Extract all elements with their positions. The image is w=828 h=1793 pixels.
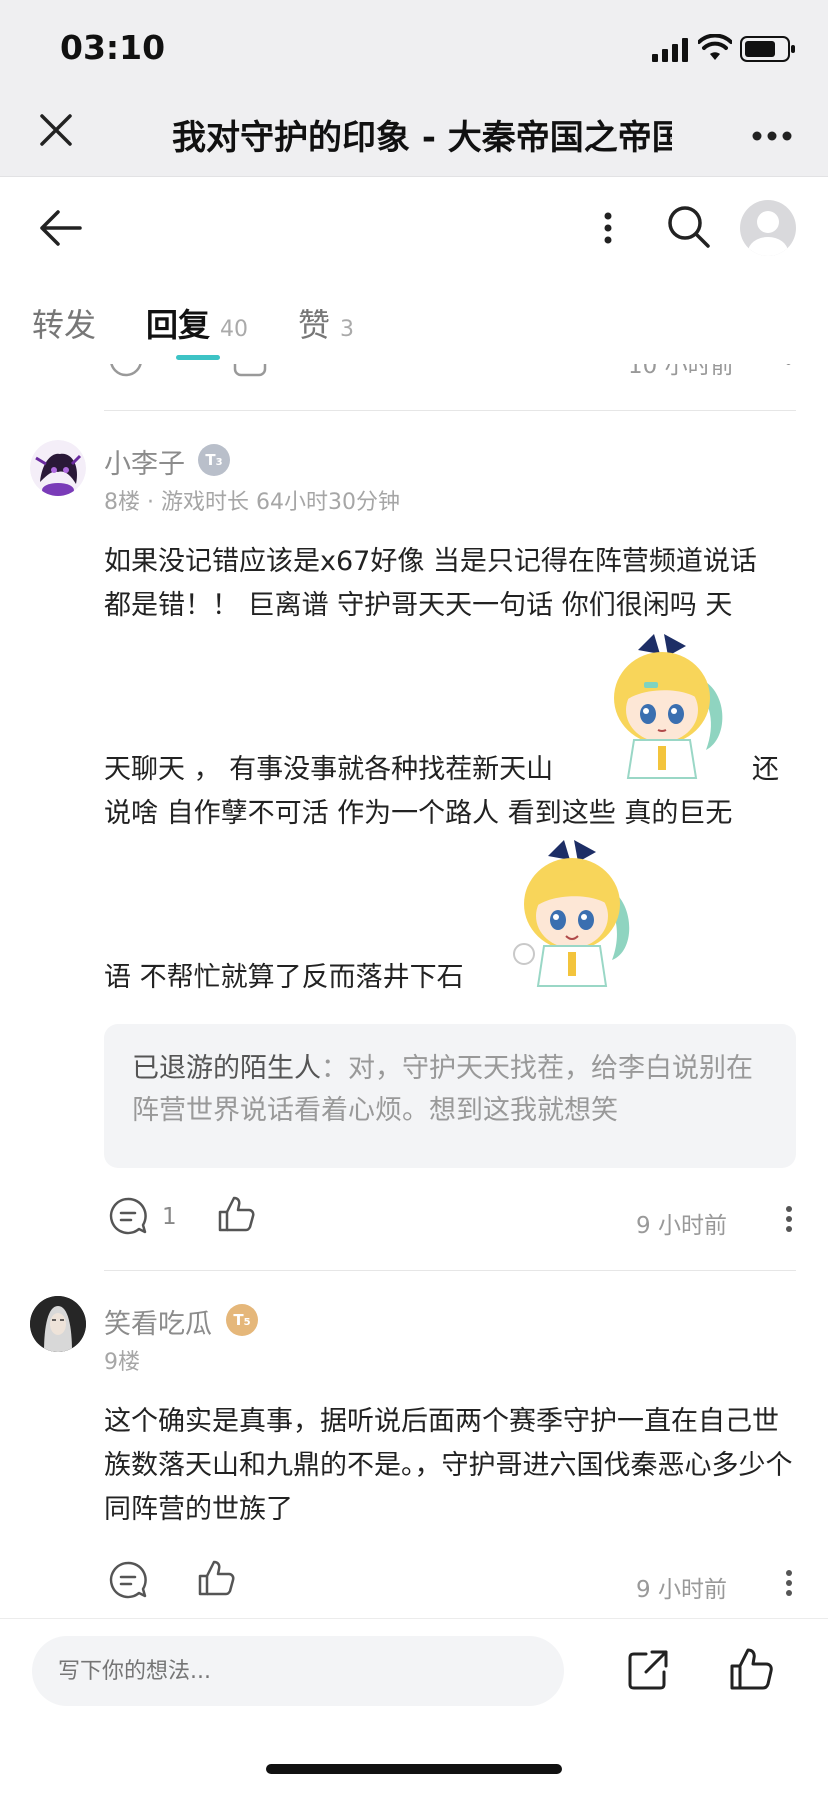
commenter-avatar[interactable] (30, 440, 86, 496)
reply-preview[interactable]: 已退游的陌生人：对，守护天天找茬，给李白说别在阵营世界说话看着心烦。想到这我就想… (104, 1024, 796, 1168)
divider (104, 410, 796, 411)
status-time: 03:10 (60, 28, 166, 67)
more-icon[interactable] (752, 126, 792, 145)
like-icon[interactable] (728, 1646, 774, 1696)
comment-text-line: 都是错！！ 巨离谱 守护哥天天一句话 你们很闲吗 天 (104, 590, 733, 621)
comment-text-line: 如果没记错应该是x67好像 当是只记得在阵营频道说话 (104, 546, 757, 577)
comment-text-line: 语 不帮忙就算了反而落井下石 (104, 962, 464, 993)
commenter-avatar[interactable] (30, 1296, 86, 1352)
comment-text-line: 天聊天 ， 有事没事就各种找茬新天山 (104, 754, 554, 785)
comment-input[interactable] (32, 1636, 564, 1706)
sticker-image (598, 628, 736, 786)
share-icon[interactable] (626, 1648, 670, 1696)
divider (104, 1270, 796, 1271)
comment-icon[interactable] (108, 1560, 148, 1604)
reply-text: 已退游的陌生人：对，守护天天找茬，给李白说别在阵营世界说话看着心烦。想到这我就想… (132, 1053, 753, 1126)
prev-like-icon (232, 364, 268, 378)
like-icon[interactable] (216, 1194, 256, 1238)
tab-replies-count: 40 (220, 317, 249, 342)
prev-comment-time: 10 小时前 (628, 364, 734, 378)
level-badge: T5 (226, 1304, 258, 1336)
comment-time: 9 小时前 (636, 1577, 727, 1603)
signal-icon (652, 38, 690, 66)
reply-count: 1 (162, 1204, 177, 1230)
page-title: 我对守护的印象 - 大秦帝国之帝国 (172, 118, 672, 158)
commenter-name[interactable]: 笑看吃瓜 (104, 1302, 212, 1341)
home-indicator (266, 1764, 562, 1774)
prev-dot (786, 364, 791, 365)
prev-comment-icon (108, 364, 144, 378)
comment-text: 这个确实是真事，据听说后面两个赛季守护一直在自己世族数落天山和九鼎的不是。，守护… (104, 1406, 793, 1525)
close-icon[interactable] (38, 112, 74, 152)
floor-info: 9楼 (104, 1350, 140, 1375)
battery-icon (740, 36, 796, 66)
comment-more-icon[interactable] (785, 1570, 793, 1600)
vertical-more-icon[interactable] (603, 212, 613, 248)
comment-more-icon[interactable] (785, 1206, 793, 1236)
comment-text-line: 说啥 自作孽不可活 作为一个路人 看到这些 真的巨无 (104, 798, 733, 829)
tab-likes-count: 3 (340, 317, 355, 342)
like-icon[interactable] (196, 1558, 236, 1602)
comment-text-line: 还 (752, 754, 779, 785)
reply-author[interactable]: 已退游的陌生人 (132, 1053, 321, 1084)
comment-icon[interactable] (108, 1196, 148, 1240)
tab-indicator (176, 355, 220, 360)
tab-replies[interactable]: 回复 40 (146, 300, 248, 346)
avatar[interactable] (740, 200, 796, 256)
search-icon[interactable] (666, 204, 712, 254)
floor-info: 8楼 · 游戏时长 64小时30分钟 (104, 490, 400, 515)
back-icon[interactable] (38, 208, 82, 252)
commenter-name[interactable]: 小李子 (104, 442, 185, 481)
comment-time: 9 小时前 (636, 1213, 727, 1239)
wifi-icon (697, 33, 733, 66)
level-badge: T3 (198, 444, 230, 476)
tab-likes[interactable]: 赞3 (298, 300, 354, 346)
tab-forward[interactable]: 转发 (32, 300, 96, 346)
prev-footer: 10 小时前 (0, 364, 828, 378)
